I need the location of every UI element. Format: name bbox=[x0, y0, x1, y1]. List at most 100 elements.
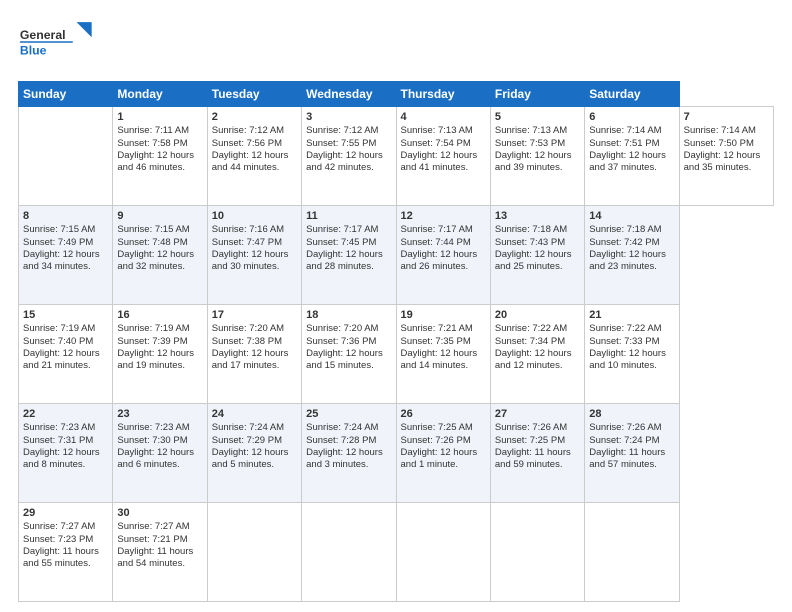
table-row: 8Sunrise: 7:15 AMSunset: 7:49 PMDaylight… bbox=[19, 206, 113, 305]
day-detail-line: and 44 minutes. bbox=[212, 162, 297, 174]
calendar-table: Sunday Monday Tuesday Wednesday Thursday… bbox=[18, 81, 774, 602]
day-detail-line: Sunset: 7:42 PM bbox=[589, 237, 674, 249]
day-detail-line: Daylight: 11 hours bbox=[117, 546, 202, 558]
day-detail-line: Sunset: 7:43 PM bbox=[495, 237, 580, 249]
logo: General Blue bbox=[18, 18, 108, 71]
day-detail-line: Daylight: 12 hours bbox=[306, 447, 391, 459]
day-detail-line: Daylight: 12 hours bbox=[117, 348, 202, 360]
day-number: 9 bbox=[117, 209, 202, 223]
day-detail-line: Daylight: 12 hours bbox=[212, 249, 297, 261]
day-detail-line: Daylight: 12 hours bbox=[212, 348, 297, 360]
day-detail-line: Daylight: 12 hours bbox=[306, 150, 391, 162]
day-detail-line: Daylight: 12 hours bbox=[401, 447, 486, 459]
day-detail-line: Sunset: 7:35 PM bbox=[401, 336, 486, 348]
day-detail-line: Sunrise: 7:20 AM bbox=[212, 323, 297, 335]
day-detail-line: Daylight: 12 hours bbox=[212, 447, 297, 459]
day-detail-line: Sunset: 7:29 PM bbox=[212, 435, 297, 447]
day-detail-line: and 57 minutes. bbox=[589, 459, 674, 471]
day-detail-line: Daylight: 12 hours bbox=[23, 348, 108, 360]
week-row-4: 22Sunrise: 7:23 AMSunset: 7:31 PMDayligh… bbox=[19, 404, 774, 503]
day-number: 21 bbox=[589, 308, 674, 322]
day-detail-line: Daylight: 12 hours bbox=[589, 348, 674, 360]
day-detail-line: and 42 minutes. bbox=[306, 162, 391, 174]
day-detail-line: Sunrise: 7:27 AM bbox=[117, 521, 202, 533]
day-detail-line: Sunrise: 7:22 AM bbox=[589, 323, 674, 335]
day-detail-line: and 5 minutes. bbox=[212, 459, 297, 471]
table-row: 14Sunrise: 7:18 AMSunset: 7:42 PMDayligh… bbox=[585, 206, 679, 305]
day-detail-line: Sunset: 7:38 PM bbox=[212, 336, 297, 348]
day-detail-line: Sunset: 7:23 PM bbox=[23, 534, 108, 546]
day-detail-line: and 37 minutes. bbox=[589, 162, 674, 174]
day-detail-line: Daylight: 12 hours bbox=[212, 150, 297, 162]
day-number: 10 bbox=[212, 209, 297, 223]
table-row: 20Sunrise: 7:22 AMSunset: 7:34 PMDayligh… bbox=[490, 305, 584, 404]
day-number: 8 bbox=[23, 209, 108, 223]
day-number: 2 bbox=[212, 110, 297, 124]
day-detail-line: Sunrise: 7:13 AM bbox=[495, 125, 580, 137]
day-number: 17 bbox=[212, 308, 297, 322]
week-row-5: 29Sunrise: 7:27 AMSunset: 7:23 PMDayligh… bbox=[19, 503, 774, 602]
day-detail-line: Daylight: 12 hours bbox=[117, 150, 202, 162]
day-detail-line: and 25 minutes. bbox=[495, 261, 580, 273]
day-detail-line: Daylight: 12 hours bbox=[589, 150, 674, 162]
day-detail-line: Daylight: 12 hours bbox=[306, 249, 391, 261]
day-detail-line: Sunset: 7:49 PM bbox=[23, 237, 108, 249]
table-row: 15Sunrise: 7:19 AMSunset: 7:40 PMDayligh… bbox=[19, 305, 113, 404]
day-detail-line: Sunset: 7:56 PM bbox=[212, 138, 297, 150]
day-detail-line: Sunrise: 7:24 AM bbox=[212, 422, 297, 434]
day-detail-line: Sunrise: 7:19 AM bbox=[117, 323, 202, 335]
day-detail-line: and 59 minutes. bbox=[495, 459, 580, 471]
week-row-1: 1Sunrise: 7:11 AMSunset: 7:58 PMDaylight… bbox=[19, 107, 774, 206]
day-number: 13 bbox=[495, 209, 580, 223]
day-detail-line: Sunset: 7:30 PM bbox=[117, 435, 202, 447]
day-number: 30 bbox=[117, 506, 202, 520]
day-detail-line: Sunset: 7:45 PM bbox=[306, 237, 391, 249]
day-detail-line: Sunrise: 7:18 AM bbox=[589, 224, 674, 236]
day-detail-line: and 34 minutes. bbox=[23, 261, 108, 273]
day-detail-line: Sunrise: 7:26 AM bbox=[589, 422, 674, 434]
day-detail-line: and 28 minutes. bbox=[306, 261, 391, 273]
day-detail-line: Daylight: 11 hours bbox=[495, 447, 580, 459]
table-row: 19Sunrise: 7:21 AMSunset: 7:35 PMDayligh… bbox=[396, 305, 490, 404]
svg-text:General: General bbox=[20, 28, 66, 42]
table-row: 30Sunrise: 7:27 AMSunset: 7:21 PMDayligh… bbox=[113, 503, 207, 602]
col-wednesday: Wednesday bbox=[302, 82, 396, 107]
day-detail-line: Daylight: 12 hours bbox=[117, 447, 202, 459]
day-detail-line: Daylight: 12 hours bbox=[684, 150, 769, 162]
day-detail-line: Sunset: 7:47 PM bbox=[212, 237, 297, 249]
day-detail-line: Sunrise: 7:12 AM bbox=[306, 125, 391, 137]
day-detail-line: Sunrise: 7:15 AM bbox=[23, 224, 108, 236]
table-row: 12Sunrise: 7:17 AMSunset: 7:44 PMDayligh… bbox=[396, 206, 490, 305]
day-detail-line: and 39 minutes. bbox=[495, 162, 580, 174]
day-number: 1 bbox=[117, 110, 202, 124]
day-detail-line: Sunset: 7:21 PM bbox=[117, 534, 202, 546]
day-detail-line: and 41 minutes. bbox=[401, 162, 486, 174]
table-row: 18Sunrise: 7:20 AMSunset: 7:36 PMDayligh… bbox=[302, 305, 396, 404]
day-detail-line: Sunset: 7:40 PM bbox=[23, 336, 108, 348]
day-detail-line: and 8 minutes. bbox=[23, 459, 108, 471]
day-detail-line: Daylight: 12 hours bbox=[495, 150, 580, 162]
table-row: 10Sunrise: 7:16 AMSunset: 7:47 PMDayligh… bbox=[207, 206, 301, 305]
day-detail-line: and 35 minutes. bbox=[684, 162, 769, 174]
day-detail-line: Daylight: 12 hours bbox=[117, 249, 202, 261]
day-detail-line: Sunrise: 7:14 AM bbox=[589, 125, 674, 137]
day-detail-line: Sunset: 7:50 PM bbox=[684, 138, 769, 150]
table-row: 11Sunrise: 7:17 AMSunset: 7:45 PMDayligh… bbox=[302, 206, 396, 305]
day-detail-line: and 32 minutes. bbox=[117, 261, 202, 273]
day-detail-line: Sunset: 7:53 PM bbox=[495, 138, 580, 150]
day-detail-line: Daylight: 12 hours bbox=[401, 348, 486, 360]
day-detail-line: Sunrise: 7:13 AM bbox=[401, 125, 486, 137]
day-detail-line: Sunrise: 7:27 AM bbox=[23, 521, 108, 533]
table-row: 6Sunrise: 7:14 AMSunset: 7:51 PMDaylight… bbox=[585, 107, 679, 206]
day-number: 14 bbox=[589, 209, 674, 223]
table-row bbox=[207, 503, 301, 602]
day-detail-line: Sunset: 7:54 PM bbox=[401, 138, 486, 150]
day-detail-line: Sunrise: 7:18 AM bbox=[495, 224, 580, 236]
day-detail-line: and 54 minutes. bbox=[117, 558, 202, 570]
table-row: 27Sunrise: 7:26 AMSunset: 7:25 PMDayligh… bbox=[490, 404, 584, 503]
table-row: 1Sunrise: 7:11 AMSunset: 7:58 PMDaylight… bbox=[113, 107, 207, 206]
day-number: 12 bbox=[401, 209, 486, 223]
day-detail-line: Daylight: 11 hours bbox=[589, 447, 674, 459]
day-number: 28 bbox=[589, 407, 674, 421]
week-row-2: 8Sunrise: 7:15 AMSunset: 7:49 PM Daylight… bbox=[19, 206, 774, 305]
